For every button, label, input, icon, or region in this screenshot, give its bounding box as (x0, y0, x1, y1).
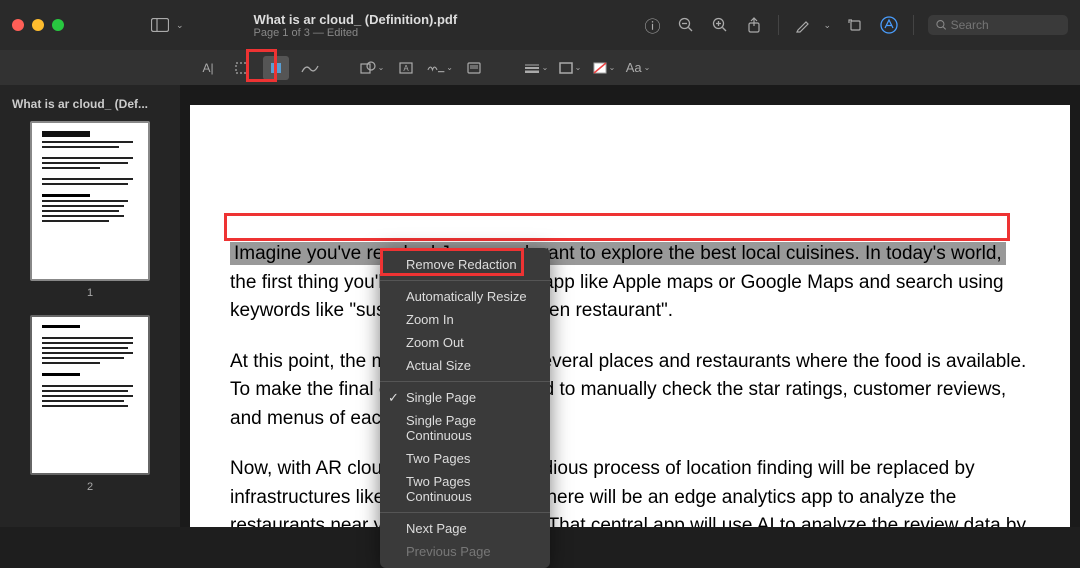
sidebar-title: What is ar cloud_ (Def... (12, 97, 168, 111)
title-section: What is ar cloud_ (Definition).pdf Page … (254, 12, 458, 39)
text-selection-icon[interactable]: A| (195, 56, 221, 80)
menu-remove-redaction[interactable]: Remove Redaction (380, 253, 550, 276)
minimize-window-button[interactable] (32, 19, 44, 31)
menu-zoom-out[interactable]: Zoom Out (380, 331, 550, 354)
thumb-number: 2 (87, 481, 93, 493)
rectangle-selection-icon[interactable] (229, 56, 255, 80)
close-window-button[interactable] (12, 19, 24, 31)
toolbar-separator (913, 15, 914, 35)
zoom-out-icon[interactable] (676, 15, 696, 35)
border-color-icon[interactable]: ⌄ (557, 56, 583, 80)
info-icon[interactable]: ⓘ (642, 15, 662, 35)
paragraph-1: Imagine you've reached Japan and want to… (230, 240, 1030, 326)
maximize-window-button[interactable] (52, 19, 64, 31)
thumb-number: 1 (87, 287, 93, 299)
thumbnail-1[interactable]: 1 (12, 121, 168, 299)
rotate-icon[interactable] (845, 15, 865, 35)
share-icon[interactable] (744, 15, 764, 35)
menu-previous-page: Previous Page (380, 540, 550, 563)
document-viewer[interactable]: Imagine you've reached Japan and want to… (180, 85, 1080, 527)
menu-single-page-continuous[interactable]: Single Page Continuous (380, 409, 550, 447)
paragraph-3: Now, with AR cloud coming in, that tedio… (230, 455, 1030, 527)
search-input[interactable] (951, 18, 1060, 32)
sidebar-toggle-icon[interactable] (150, 15, 170, 35)
thumbnail-2[interactable]: 2 (12, 315, 168, 493)
document-subtitle: Page 1 of 3 — Edited (254, 27, 458, 39)
toolbar-right: ⓘ ⌄ (642, 15, 1068, 35)
menu-separator (380, 381, 550, 382)
context-menu: Remove Redaction Automatically Resize Zo… (380, 248, 550, 568)
toolbar-separator (778, 15, 779, 35)
menu-auto-resize[interactable]: Automatically Resize (380, 285, 550, 308)
thumbnail-sidebar: What is ar cloud_ (Def... (0, 85, 180, 527)
menu-zoom-in[interactable]: Zoom In (380, 308, 550, 331)
zoom-in-icon[interactable] (710, 15, 730, 35)
highlight-dropdown-icon[interactable]: ⌄ (823, 20, 831, 31)
svg-text:A: A (403, 64, 409, 73)
menu-two-pages-continuous[interactable]: Two Pages Continuous (380, 470, 550, 508)
shapes-icon[interactable]: ⌄ (359, 56, 385, 80)
sketch-icon[interactable] (297, 56, 323, 80)
traffic-lights (12, 19, 64, 31)
fill-color-icon[interactable]: ⌄ (591, 56, 617, 80)
menu-actual-size[interactable]: Actual Size (380, 354, 550, 377)
text-style-icon[interactable]: Aa⌄ (625, 56, 651, 80)
titlebar: ⌄ What is ar cloud_ (Definition).pdf Pag… (0, 0, 1080, 50)
sidebar-dropdown-icon[interactable]: ⌄ (176, 20, 184, 31)
document-title: What is ar cloud_ (Definition).pdf (254, 12, 458, 27)
highlight-icon[interactable] (793, 15, 813, 35)
menu-next-page[interactable]: Next Page (380, 517, 550, 540)
text-box-icon[interactable]: A (393, 56, 419, 80)
menu-separator (380, 512, 550, 513)
paragraph-2: At this point, the map app will show sev… (230, 348, 1030, 434)
note-icon[interactable] (461, 56, 487, 80)
menu-two-pages[interactable]: Two Pages (380, 447, 550, 470)
sign-icon[interactable]: ⌄ (427, 56, 453, 80)
markup-toolbar: A| ⌄ A ⌄ ⌄ ⌄ ⌄ Aa⌄ (0, 50, 1080, 85)
redact-icon[interactable] (263, 56, 289, 80)
menu-separator (380, 280, 550, 281)
redacted-text[interactable]: Imagine you've reached Japan and want to… (230, 242, 1006, 265)
document-page: Imagine you've reached Japan and want to… (190, 105, 1070, 527)
menu-single-page[interactable]: Single Page (380, 386, 550, 409)
border-style-icon[interactable]: ⌄ (523, 56, 549, 80)
markup-icon[interactable] (879, 15, 899, 35)
search-box[interactable] (928, 15, 1068, 35)
